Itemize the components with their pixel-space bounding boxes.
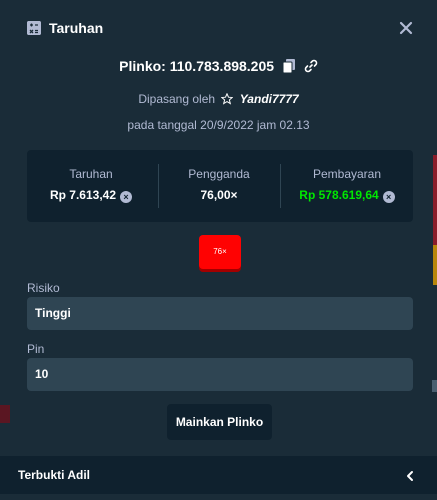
placed-by-label: Dipasang oleh bbox=[138, 92, 216, 106]
wager-stat: Taruhan Rp 7.613,42 × bbox=[27, 150, 155, 222]
wager-value-row: Rp 7.613,42 × bbox=[27, 188, 155, 203]
wager-value: Rp 7.613,42 bbox=[49, 188, 117, 202]
bet-details-modal: Taruhan Plinko: 110.783.898.205 Dipasang… bbox=[0, 0, 437, 500]
modal-title: Taruhan bbox=[49, 20, 104, 36]
modal-header: Taruhan bbox=[0, 0, 437, 58]
background-edge bbox=[432, 380, 437, 392]
background-edge bbox=[433, 155, 437, 245]
multiplier-value: 76,00× bbox=[200, 188, 238, 202]
link-icon[interactable] bbox=[304, 59, 318, 76]
bet-id: Plinko: 110.783.898.205 bbox=[119, 58, 275, 74]
bet-date: pada tanggal 20/9/2022 jam 02.13 bbox=[127, 118, 310, 132]
pins-field[interactable]: 10 bbox=[27, 358, 413, 391]
multiplier-stat: Pengganda 76,00× bbox=[159, 150, 279, 222]
wager-label: Taruhan bbox=[69, 167, 113, 181]
result-multiplier-chip: 76× bbox=[199, 235, 241, 269]
pins-label: Pin bbox=[27, 342, 45, 356]
chevron-left-icon[interactable] bbox=[404, 469, 416, 487]
copy-icon[interactable] bbox=[282, 59, 295, 76]
risk-label: Risiko bbox=[27, 281, 60, 295]
currency-icon: × bbox=[382, 191, 395, 203]
payout-stat: Pembayaran Rp 578.619,64 × bbox=[281, 150, 413, 222]
placed-by-row: Dipasang oleh Yandi7777 bbox=[0, 92, 437, 108]
bet-stats-panel: Taruhan Rp 7.613,42 × Pengganda 76,00× Pe… bbox=[27, 150, 413, 222]
play-plinko-button[interactable]: Mainkan Plinko bbox=[167, 404, 272, 440]
background-edge bbox=[0, 405, 10, 423]
username-link[interactable]: Yandi7777 bbox=[240, 92, 299, 106]
provably-fair-footer[interactable]: Terbukti Adil bbox=[0, 456, 437, 494]
star-icon bbox=[220, 92, 234, 108]
risk-field[interactable]: Tinggi bbox=[27, 297, 413, 330]
bet-id-row: Plinko: 110.783.898.205 bbox=[0, 58, 437, 76]
close-icon[interactable] bbox=[396, 18, 416, 38]
payout-value: Rp 578.619,64 bbox=[299, 188, 379, 202]
payout-label: Pembayaran bbox=[312, 167, 382, 181]
payout-value-row: Rp 578.619,64 × bbox=[281, 188, 413, 203]
currency-icon: × bbox=[120, 191, 133, 203]
multiplier-label: Pengganda bbox=[188, 167, 250, 181]
background-edge bbox=[433, 245, 437, 285]
bet-slip-icon bbox=[27, 21, 41, 35]
provably-fair-label: Terbukti Adil bbox=[18, 468, 90, 482]
